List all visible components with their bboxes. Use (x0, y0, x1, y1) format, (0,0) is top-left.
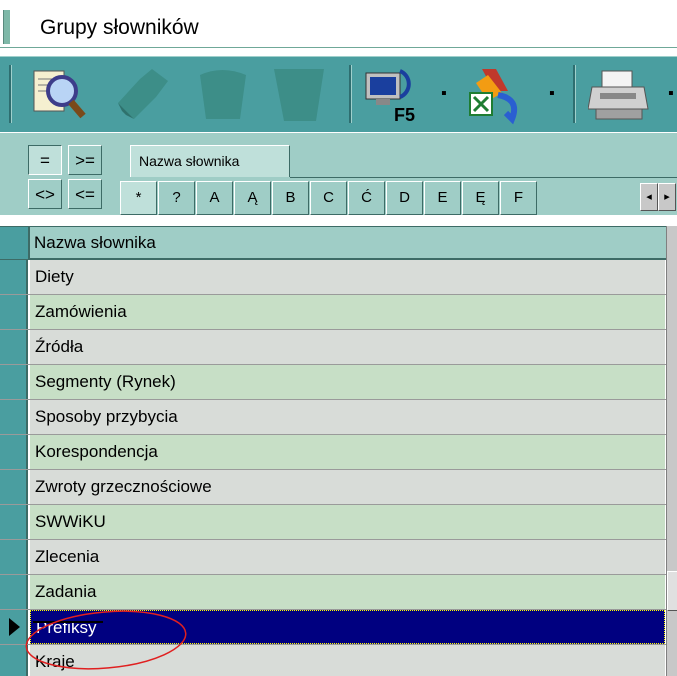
row-selector[interactable] (0, 505, 28, 539)
letter-e-ogonek[interactable]: Ę (462, 181, 499, 215)
title-bar: Grupy słowników (0, 0, 677, 55)
printer-icon (587, 70, 649, 120)
dictionary-groups-window: Grupy słowników F5 ▪ ▪ ▪ = >= <> <= Nazw… (0, 0, 677, 676)
letter-c[interactable]: C (310, 181, 347, 215)
row-selector-header[interactable] (0, 227, 30, 259)
letter-e[interactable]: E (424, 181, 461, 215)
vertical-scrollbar[interactable] (666, 226, 677, 676)
filter-field-tab[interactable]: Nazwa słownika (130, 145, 290, 177)
add-button[interactable] (192, 63, 254, 125)
toolbar-separator (573, 65, 576, 123)
row-selector[interactable] (0, 330, 28, 364)
letter-d[interactable]: D (386, 181, 423, 215)
current-row-pointer-icon (9, 618, 20, 636)
scrollbar-thumb[interactable] (667, 571, 677, 611)
row-cell[interactable]: Zadania (30, 575, 665, 609)
scroll-left-arrow-icon[interactable]: ◂ (640, 183, 658, 211)
row-selector[interactable] (0, 575, 28, 609)
filter-panel: = >= <> <= Nazwa słownika * ? A Ą B C Ć … (0, 132, 677, 215)
grid-header: Nazwa słownika (0, 226, 677, 260)
row-cell[interactable]: Zamówienia (30, 295, 665, 329)
row-cell[interactable]: Segmenty (Rynek) (30, 365, 665, 399)
operator-equals[interactable]: = (28, 145, 62, 175)
edit-button[interactable] (112, 63, 174, 125)
row-cell[interactable]: Zwroty grzecznościowe (30, 470, 665, 504)
title-divider (0, 47, 677, 48)
row-cell[interactable]: Diety (30, 260, 665, 294)
row-selector[interactable] (0, 470, 28, 504)
toolbar-separator (9, 65, 12, 123)
letter-b[interactable]: B (272, 181, 309, 215)
letter-any[interactable]: ? (158, 181, 195, 215)
letter-all[interactable]: * (120, 181, 157, 215)
red-annotation-ellipse (25, 610, 187, 670)
dictionary-grid: Nazwa słownika Diety Zamówienia Źródła S… (0, 226, 677, 676)
search-magnifier-icon (33, 70, 86, 119)
row-cell[interactable]: Sposoby przybycia (30, 400, 665, 434)
add-bucket-icon (200, 70, 246, 119)
row-selector[interactable] (0, 260, 28, 294)
delete-bucket-icon (274, 69, 324, 121)
table-row[interactable]: Zamówienia (0, 295, 677, 330)
toolbar-separator (349, 65, 352, 123)
toolbar: F5 ▪ ▪ ▪ (0, 56, 677, 132)
edit-paint-icon (118, 69, 168, 119)
table-row[interactable]: Zadania (0, 575, 677, 610)
letter-a[interactable]: A (196, 181, 233, 215)
letter-a-ogonek[interactable]: Ą (234, 181, 271, 215)
table-row[interactable]: Korespondencja (0, 435, 677, 470)
scroll-right-arrow-icon[interactable]: ▸ (658, 183, 676, 211)
export-dropdown-arrow[interactable]: ▪ (549, 85, 555, 103)
search-button[interactable] (26, 63, 88, 125)
table-row[interactable]: Źródła (0, 330, 677, 365)
window-title: Grupy słowników (40, 16, 199, 39)
operator-less-equal[interactable]: <= (68, 179, 102, 209)
row-selector[interactable] (0, 540, 28, 574)
letter-f[interactable]: F (500, 181, 537, 215)
f5-label: F5 (394, 105, 415, 125)
letter-c-acute[interactable]: Ć (348, 181, 385, 215)
row-selector[interactable] (0, 400, 28, 434)
table-row[interactable]: Segmenty (Rynek) (0, 365, 677, 400)
table-row[interactable]: SWWiKU (0, 505, 677, 540)
row-cell[interactable]: Źródła (30, 330, 665, 364)
row-cell[interactable]: Zlecenia (30, 540, 665, 574)
excel-export-button[interactable] (462, 63, 524, 125)
row-selector[interactable] (0, 295, 28, 329)
delete-button[interactable] (268, 63, 330, 125)
refresh-dropdown-arrow[interactable]: ▪ (441, 85, 447, 103)
row-cell[interactable]: Korespondencja (30, 435, 665, 469)
letter-filter-bar: * ? A Ą B C Ć D E Ę F ◂ ▸ (120, 179, 677, 215)
filter-tab-strip (290, 177, 677, 178)
table-row[interactable]: Zlecenia (0, 540, 677, 575)
row-selector[interactable] (0, 365, 28, 399)
refresh-button[interactable]: F5 (360, 63, 422, 125)
refresh-f5-icon: F5 (365, 69, 415, 125)
operator-greater-equal[interactable]: >= (68, 145, 102, 175)
row-selector[interactable] (0, 435, 28, 469)
title-grip (3, 10, 10, 44)
row-cell[interactable]: SWWiKU (30, 505, 665, 539)
export-excel-icon (469, 69, 518, 125)
table-row[interactable]: Sposoby przybycia (0, 400, 677, 435)
print-dropdown-arrow[interactable]: ▪ (668, 85, 674, 103)
print-button[interactable] (587, 63, 650, 125)
column-header-dictionary-name[interactable]: Nazwa słownika (34, 233, 156, 253)
table-row[interactable]: Diety (0, 260, 677, 295)
table-row[interactable]: Zwroty grzecznościowe (0, 470, 677, 505)
operator-not-equal[interactable]: <> (28, 179, 62, 209)
